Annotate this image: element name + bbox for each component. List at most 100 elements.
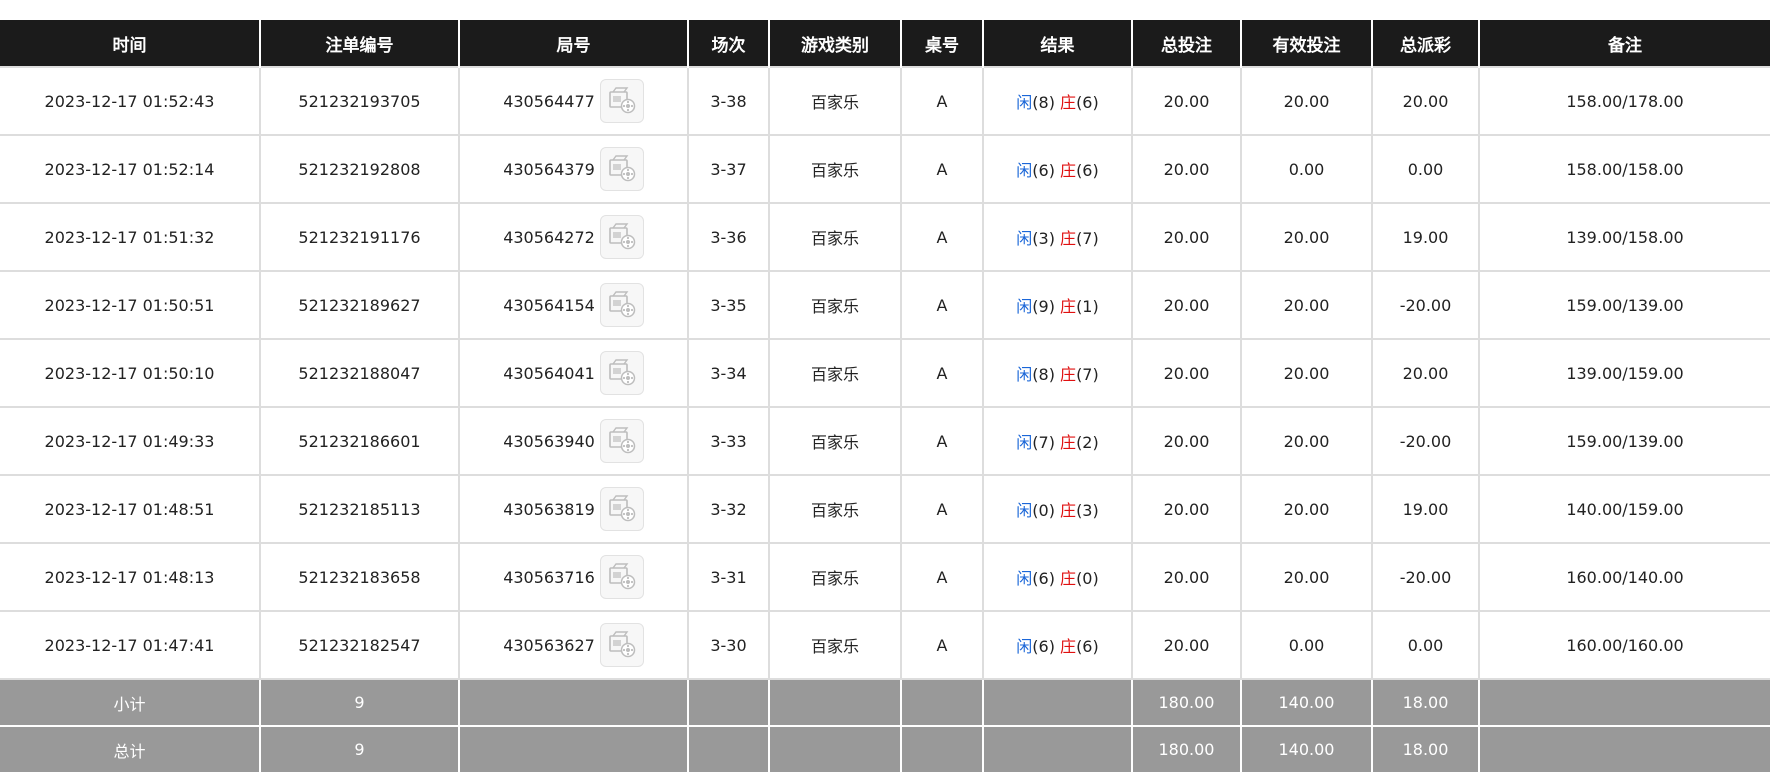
table-row: 2023-12-17 01:52:14 521232192808 4305643… [0,134,1770,204]
cell-note: 160.00/140.00 [1478,542,1770,612]
cell-bet-id: 521232186601 [259,406,460,476]
total-empty [768,726,902,774]
round-id-group: 430563716 [503,555,644,599]
round-id-group: 430564272 [503,215,644,259]
cell-valid-bet: 20.00 [1240,542,1373,612]
total-valid-bet: 140.00 [1240,726,1373,774]
cell-note: 160.00/160.00 [1478,610,1770,680]
cell-game-type: 百家乐 [768,66,902,136]
cell-result: 闲(0) 庄(3) [982,474,1133,544]
result-player-label: 闲 [1016,93,1033,112]
header-game-type: 游戏类别 [768,20,902,67]
cell-total-bet: 20.00 [1131,66,1242,136]
cell-valid-bet: 20.00 [1240,338,1373,408]
result-banker-score: (3) [1076,501,1099,520]
cell-round-id: 430564272 [458,202,689,272]
cell-bet-id: 521232182547 [259,610,460,680]
result-player-label: 闲 [1016,501,1033,520]
cell-round-id: 430564379 [458,134,689,204]
cell-game-type: 百家乐 [768,134,902,204]
cell-payout: 20.00 [1371,338,1480,408]
cell-game-type: 百家乐 [768,542,902,612]
subtotal-total-bet: 180.00 [1131,679,1242,727]
video-replay-icon [609,495,636,522]
table-row: 2023-12-17 01:49:33 521232186601 4305639… [0,406,1770,476]
bet-records-panel: 时间 注单编号 局号 场次 游戏类别 桌号 结果 总投注 有效投注 总派彩 备注… [0,20,1770,774]
cell-total-bet: 20.00 [1131,542,1242,612]
cell-valid-bet: 20.00 [1240,270,1373,340]
result-player-score: (6) [1032,569,1055,588]
cell-table-no: A [900,542,984,612]
cell-table-no: A [900,66,984,136]
table-row: 2023-12-17 01:50:51 521232189627 4305641… [0,270,1770,340]
total-payout: 18.00 [1371,726,1480,774]
result-player-label: 闲 [1016,161,1033,180]
total-empty [687,726,770,774]
cell-bet-id: 521232193705 [259,66,460,136]
cell-total-bet: 20.00 [1131,202,1242,272]
table-row: 2023-12-17 01:48:51 521232185113 4305638… [0,474,1770,544]
total-empty [982,726,1133,774]
subtotal-payout: 18.00 [1371,679,1480,727]
cell-note: 159.00/139.00 [1478,406,1770,476]
video-replay-button[interactable] [599,79,644,123]
total-total-bet: 180.00 [1131,726,1242,774]
cell-result: 闲(8) 庄(6) [982,66,1133,136]
cell-time: 2023-12-17 01:48:51 [0,474,261,544]
cell-time: 2023-12-17 01:51:32 [0,202,261,272]
video-replay-button[interactable] [599,351,644,395]
cell-valid-bet: 20.00 [1240,474,1373,544]
round-id-text: 430564477 [503,91,595,111]
table-body: 2023-12-17 01:52:43 521232193705 4305644… [0,66,1770,680]
video-replay-icon [609,291,636,318]
subtotal-label: 小计 [0,679,261,727]
result-player-label: 闲 [1016,229,1033,248]
cell-time: 2023-12-17 01:50:10 [0,338,261,408]
result-banker-label: 庄 [1060,433,1077,452]
video-replay-button[interactable] [599,555,644,599]
cell-game-type: 百家乐 [768,406,902,476]
video-replay-button[interactable] [599,419,644,463]
cell-table-no: A [900,134,984,204]
header-valid-bet: 有效投注 [1240,20,1373,67]
result-player-score: (0) [1032,501,1055,520]
round-id-text: 430564041 [503,363,595,383]
cell-result: 闲(8) 庄(7) [982,338,1133,408]
cell-game-type: 百家乐 [768,338,902,408]
result-player-label: 闲 [1016,433,1033,452]
cell-valid-bet: 0.00 [1240,134,1373,204]
cell-round-id: 430563716 [458,542,689,612]
cell-result: 闲(6) 庄(6) [982,610,1133,680]
result-player-label: 闲 [1016,569,1033,588]
cell-result: 闲(6) 庄(6) [982,134,1133,204]
cell-table-no: A [900,270,984,340]
round-id-text: 430563940 [503,431,595,451]
cell-bet-id: 521232189627 [259,270,460,340]
cell-note: 158.00/178.00 [1478,66,1770,136]
video-replay-button[interactable] [599,215,644,259]
header-table-no: 桌号 [900,20,984,67]
result-banker-label: 庄 [1060,501,1077,520]
total-label: 总计 [0,726,261,774]
result-player-score: (7) [1032,433,1055,452]
video-replay-icon [609,427,636,454]
video-replay-icon [609,563,636,590]
cell-round-id: 430564154 [458,270,689,340]
subtotal-empty [982,679,1133,727]
video-replay-button[interactable] [599,147,644,191]
cell-valid-bet: 20.00 [1240,202,1373,272]
subtotal-count: 9 [259,679,460,727]
result-banker-score: (6) [1076,93,1099,112]
cell-note: 158.00/158.00 [1478,134,1770,204]
video-replay-button[interactable] [599,283,644,327]
result-banker-score: (7) [1076,229,1099,248]
video-replay-button[interactable] [599,623,644,667]
result-banker-label: 庄 [1060,365,1077,384]
result-banker-label: 庄 [1060,229,1077,248]
video-replay-button[interactable] [599,487,644,531]
result-player-score: (9) [1032,297,1055,316]
result-player-score: (3) [1032,229,1055,248]
cell-total-bet: 20.00 [1131,406,1242,476]
result-player-label: 闲 [1016,637,1033,656]
cell-shoe: 3-36 [687,202,770,272]
